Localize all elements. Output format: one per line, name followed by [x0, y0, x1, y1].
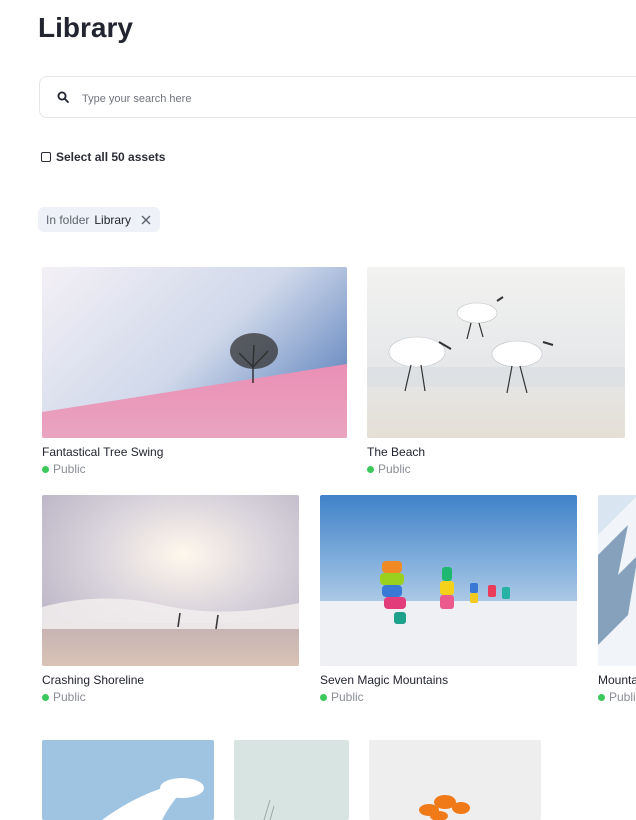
asset-visibility: Public	[367, 462, 411, 476]
close-icon[interactable]	[140, 214, 152, 226]
asset-name[interactable]: Fantastical Tree Swing	[42, 445, 163, 459]
status-dot	[42, 693, 49, 701]
asset-thumbnail[interactable]	[42, 267, 347, 438]
asset-thumbnail[interactable]	[598, 495, 636, 666]
asset-thumbnail[interactable]	[320, 495, 577, 666]
status-dot	[367, 465, 374, 473]
visibility-label: Public	[331, 690, 364, 704]
asset-card[interactable]: Mountai Publi	[598, 495, 636, 715]
visibility-label: Publi	[609, 690, 636, 704]
asset-visibility: Publi	[598, 690, 636, 704]
asset-thumbnail[interactable]	[369, 740, 541, 820]
filter-chip-value: Library	[94, 212, 132, 227]
status-dot	[320, 693, 327, 701]
asset-visibility: Public	[42, 462, 86, 476]
asset-name[interactable]: Crashing Shoreline	[42, 673, 144, 687]
folder-filter-chip[interactable]: In folder Library	[38, 207, 161, 232]
asset-name[interactable]: The Beach	[367, 445, 425, 459]
status-dot	[598, 693, 605, 701]
select-all-label: Select all 50 assets	[56, 150, 166, 164]
asset-thumbnail[interactable]	[42, 495, 299, 666]
asset-thumbnail[interactable]	[42, 740, 214, 820]
asset-name[interactable]: Mountai	[598, 673, 636, 687]
select-all-checkbox[interactable]	[41, 152, 51, 162]
asset-visibility: Public	[42, 690, 86, 704]
asset-name[interactable]: Seven Magic Mountains	[320, 673, 448, 687]
asset-thumbnail[interactable]	[367, 267, 625, 438]
visibility-label: Public	[378, 462, 411, 476]
filter-chip-prefix: In folder	[46, 212, 90, 227]
status-dot	[42, 465, 49, 473]
page-title: Library	[38, 12, 133, 43]
visibility-label: Public	[53, 690, 86, 704]
search-input[interactable]	[80, 87, 484, 111]
select-all-control[interactable]: Select all 50 assets	[41, 150, 165, 164]
search-bar[interactable]	[39, 76, 636, 118]
asset-visibility: Public	[320, 690, 364, 704]
search-icon	[57, 91, 69, 103]
asset-thumbnail[interactable]	[234, 740, 349, 820]
visibility-label: Public	[53, 462, 86, 476]
